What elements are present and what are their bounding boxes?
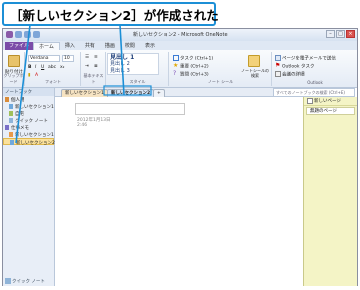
- strikethrough-button[interactable]: abc: [48, 65, 56, 70]
- basic-text-group: ☰ ≡ ⇥ ≣ 基本テキスト: [82, 52, 106, 86]
- clipboard-group: 貼り付け クリップボード: [3, 52, 25, 86]
- bullets-icon[interactable]: ☰: [85, 55, 89, 60]
- tags-group-label: ノート シール: [207, 79, 234, 84]
- nav-item-label: 新しいセクション2: [16, 141, 55, 146]
- title-bar: 新しいセクション2 - Microsoft OneNote – □ ×: [3, 29, 357, 41]
- onenote-logo-icon: [6, 31, 13, 38]
- section-tab-1[interactable]: 新しいセクション1: [61, 89, 108, 97]
- page-canvas[interactable]: 2012年1月13日 2:46: [55, 97, 303, 286]
- section-tab-2[interactable]: 新しいセクション2: [107, 89, 155, 97]
- italic-button[interactable]: I: [35, 65, 36, 70]
- tags-group: タスク (Ctrl+1) ★ 重要 (Ctrl+2) ? 質問 (Ctrl+3) ノ…: [170, 52, 272, 86]
- section-icon: [9, 132, 13, 137]
- font-group-label: フォント: [45, 79, 61, 84]
- font-color-icon[interactable]: A: [35, 73, 38, 78]
- font-group: Verdana 10 B I U abc x₂ ▮ A フォント: [26, 52, 81, 86]
- email-icon: [275, 55, 281, 61]
- section-icon: [9, 104, 13, 109]
- window-controls: – □ ×: [326, 30, 355, 38]
- styles-gallery: 見出し 1 見出し 2 見出し 3: [107, 53, 159, 75]
- find-tags-icon[interactable]: [248, 55, 260, 67]
- file-tab[interactable]: ファイル: [5, 42, 34, 50]
- tab-home[interactable]: ホーム: [33, 42, 60, 50]
- nav-item[interactable]: 新しいセクション1: [3, 131, 54, 138]
- section-icon: [9, 118, 13, 123]
- notebook-icon: [5, 125, 9, 130]
- search-input[interactable]: すべてのノートブックの検索 (Ctrl+E): [273, 88, 355, 97]
- page-list-pane: 新しいページ 無題のページ: [303, 97, 357, 286]
- tab-draw[interactable]: 描画: [100, 42, 120, 50]
- clipboard-group-label: クリップボード: [3, 73, 24, 84]
- tag-todo[interactable]: タスク (Ctrl+1): [173, 55, 213, 62]
- callout-text: ［新しいセクション2］が作成された: [10, 7, 219, 23]
- bold-button[interactable]: B: [28, 65, 31, 70]
- close-button[interactable]: ×: [346, 30, 355, 38]
- subscript-button[interactable]: x₂: [60, 65, 64, 70]
- section-icon: [10, 140, 14, 145]
- maximize-button[interactable]: □: [336, 30, 345, 38]
- section-icon: [9, 111, 13, 116]
- highlight-icon[interactable]: ▮: [28, 73, 30, 78]
- indent-icon[interactable]: ⇥: [85, 64, 89, 69]
- add-section-tab[interactable]: +: [153, 89, 165, 97]
- page-title-field[interactable]: [75, 103, 185, 115]
- styles-group-label: スタイル: [129, 79, 146, 84]
- underline-button[interactable]: U: [41, 65, 44, 70]
- outlook-group: ページを電子メールで送信 ⚑ Outlook タスク 会議の詳細 Outlook: [273, 52, 357, 86]
- undo-icon[interactable]: [24, 31, 31, 38]
- nav-item[interactable]: 自宅: [3, 110, 54, 117]
- quick-notes-icon: [5, 277, 11, 284]
- email-page-button[interactable]: ページを電子メールで送信: [275, 55, 336, 62]
- meeting-details-button[interactable]: 会議の詳細: [275, 71, 305, 78]
- basic-text-group-label: 基本テキスト: [83, 73, 104, 84]
- tag-important[interactable]: ★ 重要 (Ctrl+2): [173, 63, 209, 70]
- flag-icon: ⚑: [275, 62, 281, 69]
- style-heading-2[interactable]: 見出し 2: [108, 61, 158, 68]
- nav-item[interactable]: 個人用: [3, 96, 54, 103]
- add-page-button[interactable]: 新しいページ: [304, 97, 357, 106]
- nav-item[interactable]: 仕事メモ: [3, 124, 54, 131]
- tab-insert[interactable]: 挿入: [60, 42, 80, 50]
- align-icon[interactable]: ≣: [94, 64, 98, 69]
- dock-icon[interactable]: [33, 31, 40, 38]
- nav-item[interactable]: 新しいセクション1: [3, 103, 54, 110]
- tab-share[interactable]: 共有: [80, 42, 100, 50]
- notebook-nav-pane: ノートブック 個人用 新しいセクション1 自宅 クイック ノート 仕事メモ 新しいセクショ…: [3, 88, 55, 286]
- nav-item[interactable]: クイック ノート: [3, 117, 54, 124]
- checkbox-icon: [173, 55, 179, 61]
- quick-access-toolbar: [6, 31, 40, 38]
- star-icon: ★: [173, 62, 179, 69]
- page-time: 2:46: [77, 123, 88, 128]
- minimize-button[interactable]: –: [326, 30, 335, 38]
- question-icon: ?: [173, 70, 177, 77]
- back-icon[interactable]: [15, 31, 22, 38]
- font-size-select[interactable]: 10: [62, 55, 74, 62]
- section-tabs: 新しいセクション1 新しいセクション2 +: [55, 88, 303, 97]
- outlook-group-label: Outlook: [307, 80, 323, 85]
- ribbon: 貼り付け クリップボード Verdana 10 B I U abc x₂ ▮ A…: [3, 50, 357, 88]
- tab-view[interactable]: 表示: [140, 42, 160, 50]
- tag-question[interactable]: ? 質問 (Ctrl+3): [173, 71, 209, 78]
- nav-list: 個人用 新しいセクション1 自宅 クイック ノート 仕事メモ 新しいセクション1 新しいセク…: [3, 96, 55, 146]
- tab-review[interactable]: 校閲: [120, 42, 140, 50]
- nav-header: ノートブック: [3, 88, 54, 96]
- paste-icon[interactable]: [8, 55, 20, 67]
- callout-box: ［新しいセクション2］が作成された: [2, 2, 219, 26]
- style-heading-3[interactable]: 見出し 3: [108, 68, 158, 75]
- style-heading-1[interactable]: 見出し 1: [108, 54, 158, 61]
- font-name-select[interactable]: Verdana: [28, 55, 60, 62]
- window-title: 新しいセクション2 - Microsoft OneNote: [133, 32, 228, 38]
- outlook-tasks-button[interactable]: ⚑ Outlook タスク: [275, 63, 314, 70]
- find-tags-button[interactable]: ノートシールの検索: [240, 68, 270, 78]
- calendar-icon: [275, 71, 281, 77]
- quick-notes-link[interactable]: クイック ノート: [5, 277, 45, 284]
- onenote-window: 新しいセクション2 - Microsoft OneNote – □ × ファイル…: [2, 28, 358, 286]
- nav-item[interactable]: 新しいセクション2: [3, 138, 55, 146]
- page-list-item[interactable]: 無題のページ: [306, 107, 355, 115]
- new-page-icon: [307, 97, 313, 104]
- notebook-icon: [5, 97, 9, 102]
- numbering-icon[interactable]: ≡: [94, 55, 98, 60]
- ribbon-tab-row: ファイル ホーム 挿入 共有 描画 校閲 表示: [3, 41, 357, 50]
